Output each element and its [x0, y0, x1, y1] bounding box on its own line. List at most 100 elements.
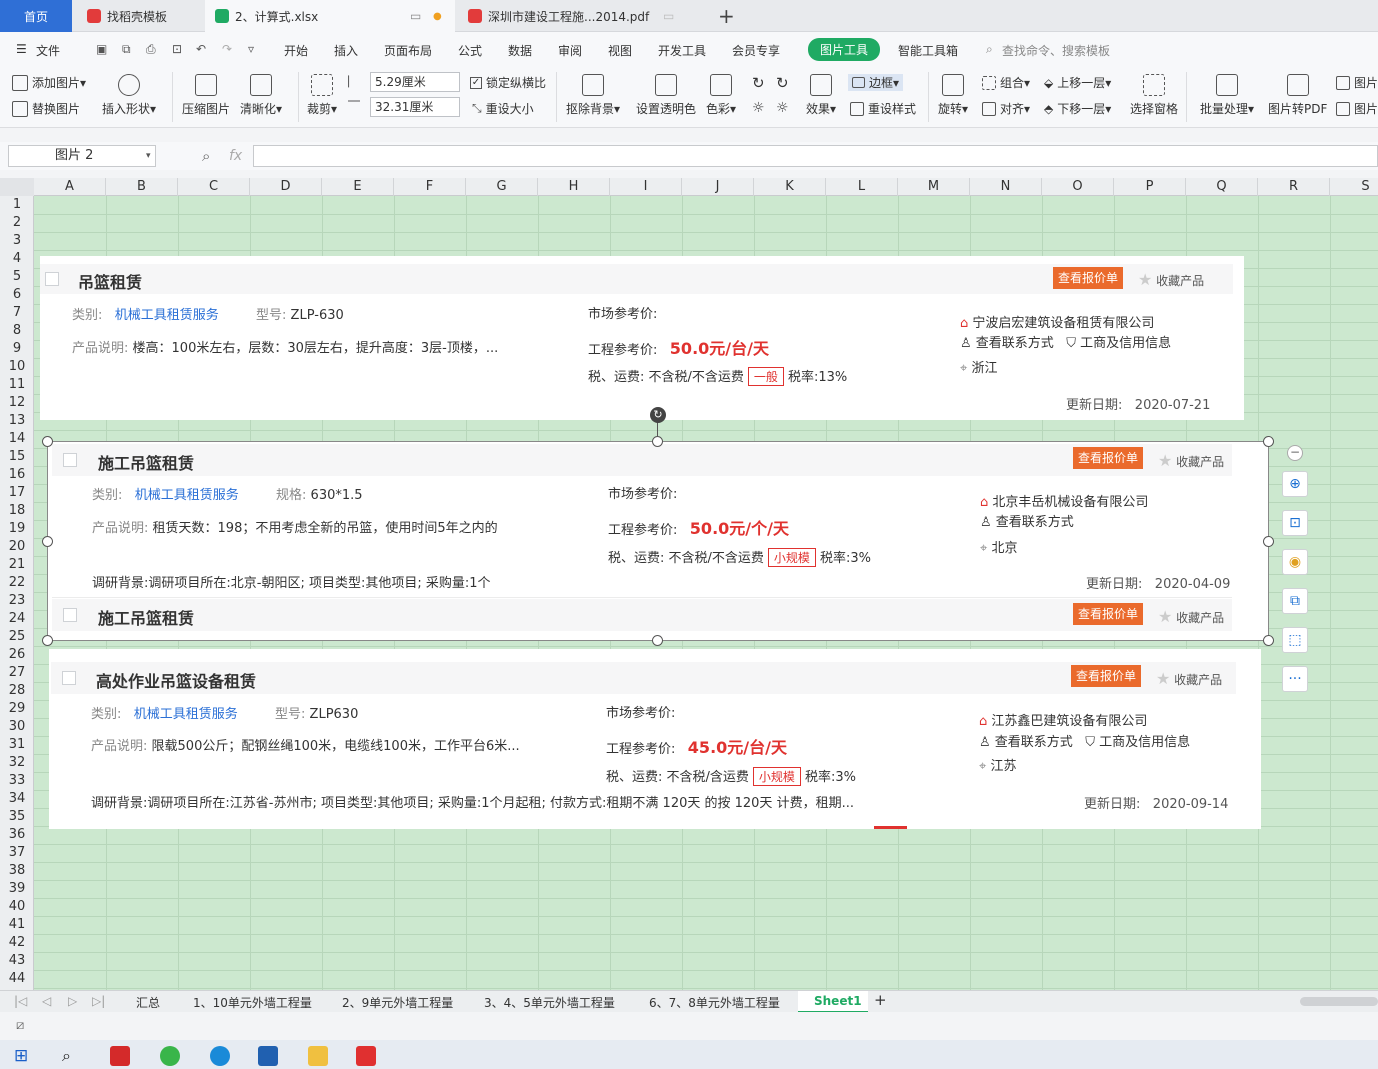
credit-link[interactable]: 工商及信用信息 — [1099, 735, 1190, 750]
row-header-cell[interactable]: 40 — [0, 898, 34, 916]
menu-page-layout[interactable]: 页面布局 — [384, 42, 432, 59]
print-preview-icon[interactable]: ⊡ — [172, 42, 182, 56]
row-header-cell[interactable]: 4 — [0, 250, 34, 268]
more-icon[interactable]: ··· — [1282, 666, 1308, 692]
color-button[interactable]: 色彩▾ — [706, 74, 736, 117]
edge-icon[interactable] — [210, 1046, 230, 1066]
view-quote-button[interactable]: 查看报价单 — [1073, 603, 1144, 625]
prev-sheet-icon[interactable]: ◁ — [42, 994, 51, 1008]
credit-link[interactable]: 工商及信用信息 — [1080, 336, 1171, 351]
company-link[interactable]: ⌂ 江苏鑫巴建筑设备有限公司 — [979, 710, 1147, 729]
row-header-cell[interactable]: 10 — [0, 358, 34, 376]
column-header-cell[interactable]: A — [34, 178, 106, 196]
row-header-cell[interactable]: 39 — [0, 880, 34, 898]
column-header-cell[interactable]: Q — [1186, 178, 1258, 196]
row-header-cell[interactable]: 44 — [0, 970, 34, 988]
category-link[interactable]: 机械工具租赁服务 — [115, 308, 219, 323]
product-title[interactable]: 施工吊篮租赁 — [98, 450, 194, 474]
rotate-button[interactable]: 旋转▾ — [938, 74, 968, 117]
sheet-tab-3[interactable]: 3、4、5单元外墙工程量 — [484, 994, 615, 1011]
insert-shape-button[interactable]: 插入形状▾ — [102, 74, 156, 117]
column-header-cell[interactable]: L — [826, 178, 898, 196]
menu-member[interactable]: 会员专享 — [732, 42, 780, 59]
menu-data[interactable]: 数据 — [508, 42, 532, 59]
row-header-cell[interactable]: 9 — [0, 340, 34, 358]
row-header-cell[interactable]: 35 — [0, 808, 34, 826]
row-header-cell[interactable]: 1 — [0, 196, 34, 214]
formula-input[interactable] — [253, 145, 1378, 167]
row-header-cell[interactable]: 42 — [0, 934, 34, 952]
save-icon[interactable]: ▣ — [96, 42, 107, 56]
column-header-cell[interactable]: O — [1042, 178, 1114, 196]
contrast-up-icon[interactable]: ☼ — [752, 100, 765, 116]
row-header-cell[interactable]: 32 — [0, 754, 34, 772]
width-input[interactable]: 5.29厘米 — [370, 72, 460, 92]
category-link[interactable]: 机械工具租赁服务 — [135, 488, 239, 503]
batch-button[interactable]: 批量处理▾ — [1200, 74, 1254, 117]
menu-insert[interactable]: 插入 — [334, 42, 358, 59]
product-title[interactable]: 吊篮租赁 — [78, 269, 142, 293]
select-checkbox[interactable] — [63, 453, 77, 467]
row-header-cell[interactable]: 43 — [0, 952, 34, 970]
wechat-icon[interactable] — [160, 1046, 180, 1066]
select-checkbox[interactable] — [62, 671, 76, 685]
row-header-cell[interactable]: 29 — [0, 700, 34, 718]
column-header-cell[interactable]: E — [322, 178, 394, 196]
remove-bg-button[interactable]: 抠除背景▾ — [566, 74, 620, 117]
row-header-cell[interactable]: 38 — [0, 862, 34, 880]
row-header-cell[interactable]: 2 — [0, 214, 34, 232]
bring-forward-button[interactable]: ⬙ 上移一层 ▾ — [1044, 74, 1111, 91]
row-header-cell[interactable]: 14 — [0, 430, 34, 448]
export-icon[interactable]: ⧉ — [122, 42, 131, 57]
resize-handle[interactable] — [1263, 436, 1274, 447]
select-checkbox[interactable] — [45, 272, 59, 286]
row-header-cell[interactable]: 27 — [0, 664, 34, 682]
view-quote-button[interactable]: 查看报价单 — [1071, 665, 1142, 687]
lock-ratio-checkbox[interactable]: ✓ 锁定纵横比 — [470, 74, 546, 91]
brightness-up-icon[interactable]: ↻ — [752, 74, 765, 92]
menu-developer[interactable]: 开发工具 — [658, 42, 706, 59]
resize-handle[interactable] — [1263, 536, 1274, 547]
column-header-cell[interactable]: C — [178, 178, 250, 196]
row-header-cell[interactable]: 17 — [0, 484, 34, 502]
row-header-cell[interactable]: 37 — [0, 844, 34, 862]
column-header-cell[interactable]: H — [538, 178, 610, 196]
row-header-cell[interactable]: 3 — [0, 232, 34, 250]
row-header-cell[interactable]: 23 — [0, 592, 34, 610]
column-header-cell[interactable]: B — [106, 178, 178, 196]
row-header-cell[interactable]: 41 — [0, 916, 34, 934]
pdf-convert-icon[interactable]: ⧉ — [1282, 588, 1308, 614]
horizontal-scrollbar[interactable] — [1300, 997, 1378, 1006]
folder-icon[interactable] — [308, 1046, 328, 1066]
resize-handle[interactable] — [1263, 635, 1274, 646]
column-header-cell[interactable]: I — [610, 178, 682, 196]
favorite-button[interactable]: ★ 收藏产品 — [1158, 451, 1224, 470]
redo-icon[interactable]: ↷ — [222, 42, 232, 56]
picture-a-button[interactable]: 图片 — [1336, 74, 1378, 91]
column-header-cell[interactable]: F — [394, 178, 466, 196]
resize-handle[interactable] — [42, 536, 53, 547]
column-header-cell[interactable]: S — [1330, 178, 1378, 196]
tab-pdf[interactable]: 深圳市建设工程施...2014.pdf ▭ — [458, 0, 706, 32]
menu-start[interactable]: 开始 — [284, 42, 308, 59]
column-header-cell[interactable]: D — [250, 178, 322, 196]
resize-handle[interactable] — [652, 635, 663, 646]
reset-size-button[interactable]: ⤡ 重设大小 — [472, 100, 534, 117]
row-header-cell[interactable]: 36 — [0, 826, 34, 844]
contact-link[interactable]: 查看联系方式 — [995, 735, 1073, 750]
favorite-button[interactable]: ★ 收藏产品 — [1158, 607, 1224, 626]
product-title[interactable]: 施工吊篮租赁 — [98, 605, 194, 629]
windows-start-icon[interactable]: ⊞ — [14, 1046, 34, 1066]
menu-view[interactable]: 视图 — [608, 42, 632, 59]
row-header-cell[interactable]: 26 — [0, 646, 34, 664]
column-header-cell[interactable]: G — [466, 178, 538, 196]
row-header-cell[interactable]: 11 — [0, 376, 34, 394]
category-link[interactable]: 机械工具租赁服务 — [134, 707, 238, 722]
column-header-cell[interactable]: N — [970, 178, 1042, 196]
cad-icon[interactable] — [258, 1046, 278, 1066]
height-input[interactable]: 32.31厘米 — [370, 97, 460, 117]
sheet-tab-2[interactable]: 2、9单元外墙工程量 — [342, 994, 453, 1011]
contact-link[interactable]: 查看联系方式 — [996, 515, 1074, 530]
picture-b-button[interactable]: 图片 — [1336, 100, 1378, 117]
to-pdf-button[interactable]: 图片转PDF — [1268, 74, 1327, 117]
